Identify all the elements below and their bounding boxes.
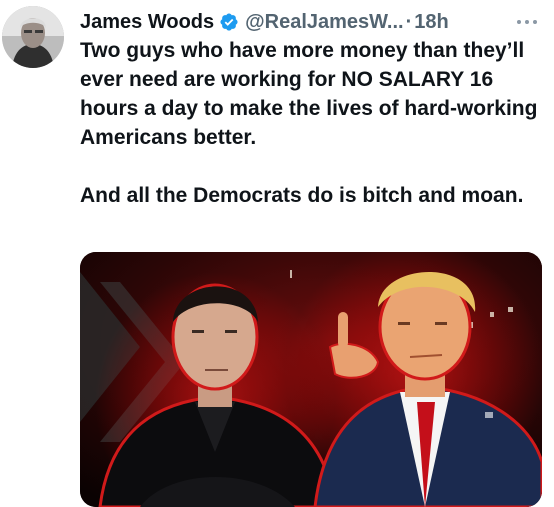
timestamp[interactable]: 18h [414,11,448,34]
tweet[interactable]: James Woods @RealJamesW... · 18h Two guy… [0,0,554,507]
tweet-paragraph: Two guys who have more money than they’l… [80,39,538,149]
tweet-paragraph: And all the Democrats do is bitch and mo… [80,184,524,207]
author-handle[interactable]: @RealJamesW... [245,11,403,34]
tweet-header: James Woods @RealJamesW... · 18h [80,8,449,36]
tweet-media-image[interactable] [80,252,542,507]
header-separator: · [405,10,413,33]
avatar[interactable] [2,6,64,68]
verified-badge-icon [219,12,239,32]
more-options-icon[interactable] [512,14,542,24]
tweet-text: Two guys who have more money than they’l… [80,36,542,210]
author-name[interactable]: James Woods [80,11,214,34]
